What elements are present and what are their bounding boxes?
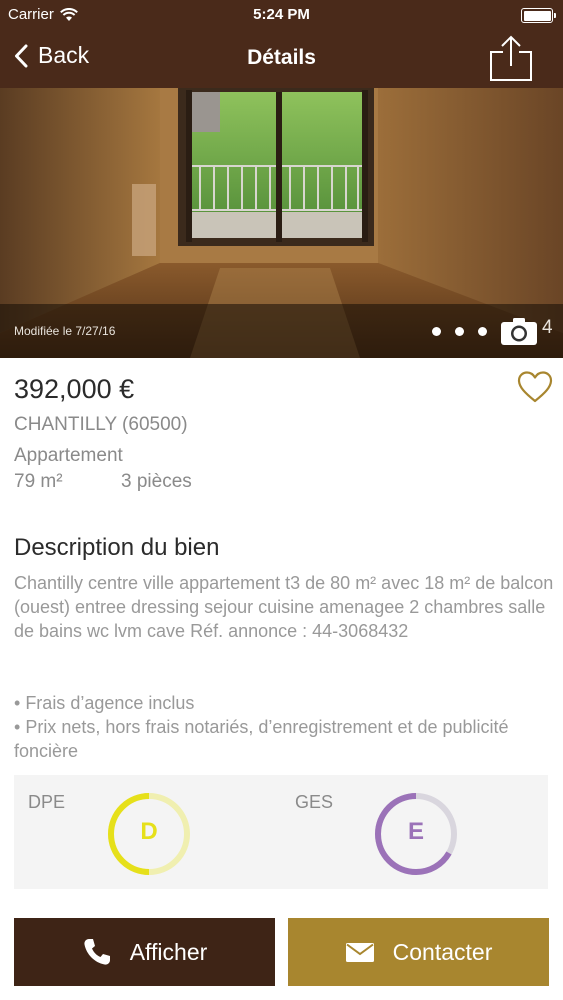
dpe-grade: D xyxy=(140,818,158,845)
fees-list: Frais d’agence inclus Prix nets, hors fr… xyxy=(14,691,554,763)
listing-city: CHANTILLY (60500) xyxy=(14,414,188,435)
photo-count: 4 xyxy=(542,317,553,338)
phone-icon xyxy=(84,939,110,965)
page-indicator xyxy=(432,327,487,336)
page-dot xyxy=(478,327,487,336)
dpe-label: DPE xyxy=(28,792,66,812)
page-title: Détails xyxy=(247,46,316,69)
page-dot xyxy=(432,327,441,336)
envelope-icon xyxy=(345,943,374,962)
modified-date: Modifiée le 7/27/16 xyxy=(14,324,116,338)
show-phone-button[interactable]: Afficher xyxy=(14,918,275,986)
battery-icon xyxy=(521,8,556,23)
ges-label: GES xyxy=(295,792,334,812)
share-icon[interactable] xyxy=(487,34,535,82)
status-bar: Carrier 5:24 PM xyxy=(0,0,563,30)
nav-bar: Back Détails xyxy=(0,30,563,88)
photo-info-bar: Modifiée le 7/27/16 4 xyxy=(0,304,563,358)
list-item: Frais d’agence inclus xyxy=(14,691,554,715)
description-title: Description du bien xyxy=(14,534,220,561)
property-rooms: 3 pièces xyxy=(121,471,192,492)
header: Carrier 5:24 PM Back Détails xyxy=(0,0,563,88)
property-type: Appartement xyxy=(14,445,123,466)
heart-icon[interactable] xyxy=(517,370,553,404)
list-item: Prix nets, hors frais notariés, d’enregi… xyxy=(14,715,554,763)
page-dot xyxy=(455,327,464,336)
description-text: Chantilly centre ville appartement t3 de… xyxy=(14,573,554,641)
show-phone-label: Afficher xyxy=(129,938,208,965)
property-area: 79 m² xyxy=(14,471,63,492)
contact-label: Contacter xyxy=(392,938,493,965)
energy-ratings-panel: DPE D GES E xyxy=(14,775,548,889)
ges-grade: E xyxy=(407,818,424,845)
camera-icon xyxy=(501,318,537,345)
status-time: 5:24 PM xyxy=(253,6,310,23)
listing-photo[interactable]: Modifiée le 7/27/16 4 xyxy=(0,88,563,358)
contact-button[interactable]: Contacter xyxy=(288,918,549,986)
listing-price: 392,000 € xyxy=(14,374,135,404)
